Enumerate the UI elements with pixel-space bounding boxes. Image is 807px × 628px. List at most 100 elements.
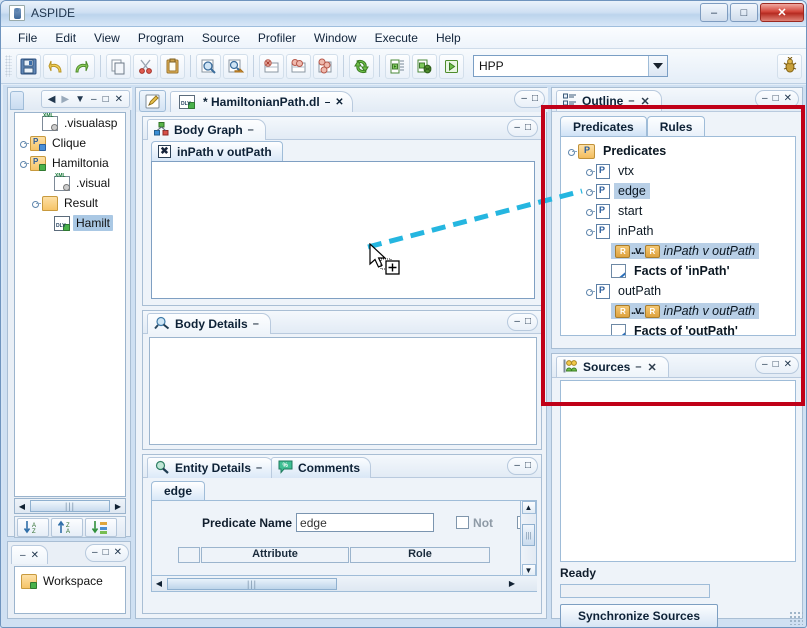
body-details-frame-maximize[interactable]: □ [525, 317, 531, 327]
workspace-close-button[interactable]: ✕ [31, 550, 39, 561]
entity-details-frame-maximize[interactable]: □ [525, 461, 531, 471]
paste-button[interactable] [160, 53, 185, 79]
tree-handle[interactable] [17, 157, 30, 170]
project-minimize-button[interactable]: – [91, 94, 97, 105]
project-tree-hscrollbar[interactable]: ◀ ||| ▶ [14, 498, 126, 514]
hscrollbar-thumb[interactable]: ||| [167, 577, 337, 590]
body-details-tab[interactable]: Body Details – [147, 313, 271, 334]
menu-view[interactable]: View [85, 29, 129, 47]
tree-handle[interactable] [29, 117, 42, 130]
scroll-right-arrow-icon[interactable]: ▶ [505, 577, 519, 591]
body-graph-tab[interactable]: Body Graph – [147, 119, 266, 140]
copy-button[interactable] [106, 53, 131, 79]
menu-window[interactable]: Window [305, 29, 366, 47]
x-box-icon[interactable]: ✖ [158, 145, 171, 158]
outline-tree-row[interactable]: start [561, 201, 795, 221]
tree-handle[interactable] [29, 197, 42, 210]
outline-tree-row[interactable]: outPath [561, 281, 795, 301]
find-replace-button[interactable] [223, 53, 248, 79]
sort-custom-icon[interactable] [85, 517, 117, 537]
manage-rows-button[interactable] [313, 53, 338, 79]
synchronize-sources-button[interactable]: Synchronize Sources [560, 604, 718, 627]
entity-form-hscrollbar[interactable]: ◀ ||| ▶ [152, 575, 537, 591]
tree-row[interactable]: Clique [15, 133, 125, 153]
body-details-frame-minimize[interactable]: – [514, 317, 520, 327]
delete-row-button[interactable] [259, 53, 284, 79]
scroll-right-arrow-icon[interactable]: ▶ [111, 499, 125, 513]
predicate-name-input[interactable]: edge [296, 513, 435, 532]
workspace-tab[interactable]: – ✕ [11, 545, 48, 564]
toolbar-grip[interactable] [5, 55, 12, 77]
body-graph-rule-tab[interactable]: ✖ inPath v outPath [151, 141, 283, 161]
outline-frame-close[interactable]: ✕ [784, 94, 792, 104]
body-graph-frame-maximize[interactable]: □ [525, 123, 531, 133]
forward-arrow-icon[interactable]: ▶ [61, 94, 69, 105]
entity-details-tab[interactable]: Entity Details – [147, 457, 275, 478]
outline-tree-row[interactable]: Predicates [561, 141, 795, 161]
outline-tree-row[interactable]: Facts of 'inPath' [561, 261, 795, 281]
tree-handle[interactable] [583, 205, 596, 218]
tree-handle[interactable] [17, 137, 30, 150]
entity-details-frame-minimize[interactable]: – [514, 461, 520, 471]
window-close-button[interactable]: ✕ [760, 3, 804, 22]
scroll-up-arrow-icon[interactable]: ▲ [521, 501, 536, 515]
outline-tree[interactable]: Predicates vtx edge [560, 136, 796, 336]
menu-profiler[interactable]: Profiler [249, 29, 305, 47]
cut-button[interactable] [133, 53, 158, 79]
tree-handle[interactable] [41, 177, 54, 190]
outline-tab[interactable]: Outline – ✕ [556, 90, 662, 111]
project-maximize-button[interactable]: □ [103, 94, 109, 105]
attributes-table[interactable]: Attribute Role [178, 547, 508, 563]
run-button[interactable] [439, 53, 464, 79]
sort-ascending-icon[interactable]: A Z [17, 517, 49, 537]
find-button[interactable] [196, 53, 221, 79]
sources-frame-minimize[interactable]: – [762, 360, 768, 370]
window-minimize-button[interactable]: – [700, 3, 728, 22]
workspace-frame-close[interactable]: ✕ [114, 548, 122, 558]
tree-handle[interactable] [583, 165, 596, 178]
entity-form-vscrollbar[interactable]: ▲ ||| ▼ [520, 501, 536, 577]
bug-button[interactable] [777, 53, 802, 79]
tab-predicates[interactable]: Predicates [560, 116, 647, 136]
workspace-tree[interactable]: Workspace [14, 566, 126, 614]
outline-tree-row[interactable]: inPath [561, 221, 795, 241]
body-graph-minimize[interactable]: – [248, 124, 255, 136]
outline-close[interactable]: ✕ [640, 95, 650, 108]
editor-frame-maximize[interactable]: □ [532, 94, 538, 104]
project-tab-stub[interactable] [10, 91, 24, 110]
scroll-left-arrow-icon[interactable]: ◀ [152, 577, 166, 591]
edit-rows-button[interactable] [286, 53, 311, 79]
refresh-button[interactable] [349, 53, 374, 79]
outline-frame-minimize[interactable]: – [762, 94, 768, 104]
menu-source[interactable]: Source [193, 29, 249, 47]
project-tree[interactable]: .visualasp Clique Hamiltonia [14, 112, 126, 497]
debug-button[interactable] [412, 53, 437, 79]
vscrollbar-thumb[interactable]: ||| [522, 524, 535, 546]
body-graph-frame-minimize[interactable]: – [514, 123, 520, 133]
outline-tree-row[interactable]: ..v.. inPath v outPath [561, 301, 795, 321]
outline-tree-row[interactable]: Facts of 'outPath' [561, 321, 795, 335]
run-configuration-combo[interactable]: HPP [473, 55, 668, 77]
menu-program[interactable]: Program [129, 29, 193, 47]
sources-tab[interactable]: Sources – ✕ [556, 356, 669, 377]
workspace-frame-minimize[interactable]: – [92, 548, 98, 558]
tree-row[interactable]: Result [15, 193, 125, 213]
body-details-canvas[interactable] [149, 337, 537, 445]
outline-minimize[interactable]: – [628, 95, 635, 107]
tree-row[interactable]: Hamilt [15, 213, 125, 233]
sources-list[interactable] [560, 380, 796, 562]
sources-frame-maximize[interactable]: □ [773, 360, 779, 370]
workspace-frame-maximize[interactable]: □ [103, 548, 109, 558]
editor-tab-minimize[interactable]: – [325, 97, 331, 108]
tree-handle[interactable] [41, 217, 54, 230]
menu-file[interactable]: File [9, 29, 46, 47]
body-details-minimize[interactable]: – [253, 318, 260, 330]
back-arrow-icon[interactable]: ◀ [48, 94, 56, 105]
sources-close[interactable]: ✕ [647, 361, 657, 374]
menu-help[interactable]: Help [427, 29, 470, 47]
entity-details-subtab-edge[interactable]: edge [151, 481, 206, 500]
sort-descending-icon[interactable]: Z A [51, 517, 83, 537]
pencil-edit-icon[interactable] [139, 90, 166, 112]
outline-tree-row[interactable]: ..v.. inPath v outPath [561, 241, 795, 261]
scrollbar-thumb[interactable]: ||| [30, 500, 110, 512]
